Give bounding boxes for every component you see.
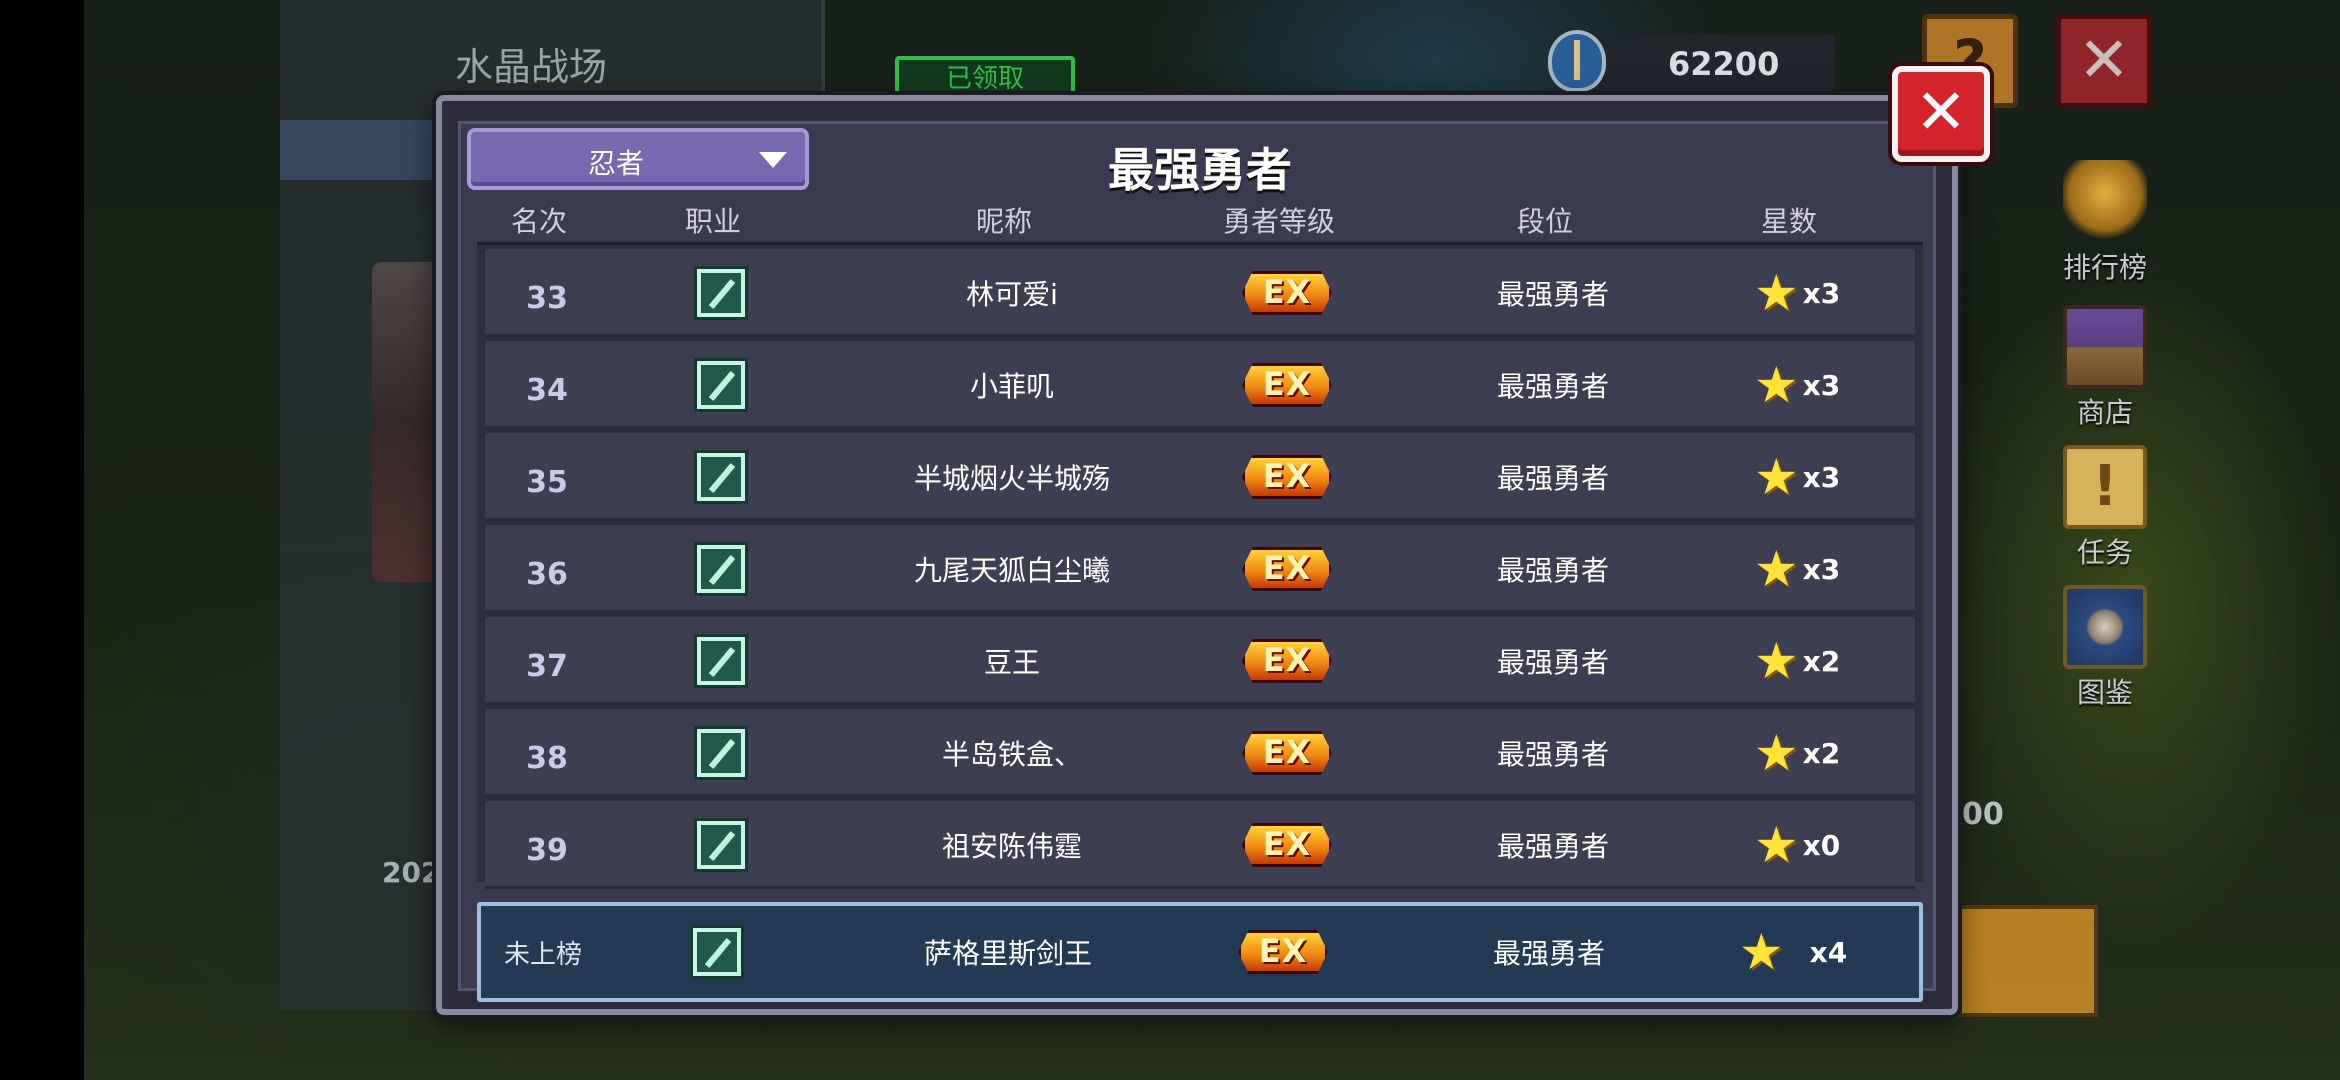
menu-codex-label: 图鉴 xyxy=(2076,676,2133,709)
trophy-icon xyxy=(2063,160,2147,244)
table-row[interactable]: 36 九尾天狐白尘曦 EX 最强勇者 ★ x3 xyxy=(485,525,1915,613)
rank-number: 35 xyxy=(526,464,568,500)
rank-number: 39 xyxy=(526,832,568,868)
table-row[interactable]: 35 半城烟火半城殇 EX 最强勇者 ★ x3 xyxy=(485,433,1915,521)
rank-number: 36 xyxy=(526,556,568,592)
star-count: x0 xyxy=(1802,828,1841,862)
ex-level-badge: EX xyxy=(1240,543,1334,595)
ex-level-badge: EX xyxy=(1240,635,1334,687)
background-close-button[interactable]: ✕ xyxy=(2056,14,2152,108)
rank-number: 33 xyxy=(526,280,568,316)
header-rank: 名次 xyxy=(510,205,568,238)
table-row[interactable]: 39 祖安陈伟霆 EX 最强勇者 ★ x0 xyxy=(485,801,1915,889)
star-icon: ★ xyxy=(1753,264,1799,322)
table-row[interactable]: 33 林可爱i EX 最强勇者 ★ x3 xyxy=(485,249,1915,337)
currency-value: 62200 xyxy=(1668,45,1780,83)
player-nickname: 半城烟火半城殇 xyxy=(913,462,1111,495)
star-count: x3 xyxy=(1802,460,1841,494)
header-tier: 段位 xyxy=(1516,205,1574,238)
player-tier: 最强勇者 xyxy=(1496,738,1610,771)
ex-level-badge: EX xyxy=(1240,727,1334,779)
menu-shop-label: 商店 xyxy=(2076,396,2133,429)
menu-leaderboard[interactable]: 排行榜 xyxy=(2045,160,2165,286)
my-rank: 未上榜 xyxy=(503,939,583,970)
player-tier: 最强勇者 xyxy=(1496,830,1610,863)
ranking-dialog-body: 忍者 最强勇者 名次 职业 昵称 勇者等级 段位 星数 33 林可爱i EX 最强勇者… xyxy=(458,121,1939,1002)
dialog-title: 最强勇者 xyxy=(1108,143,1292,197)
close-dialog-button[interactable]: ✕ xyxy=(1892,66,1990,162)
background-year-text: 202 xyxy=(382,856,441,889)
background-partial-number: 00 xyxy=(1962,797,2004,832)
my-tier: 最强勇者 xyxy=(1492,937,1606,970)
ex-level-badge: EX xyxy=(1240,359,1334,411)
ex-level-badge: EX xyxy=(1240,819,1334,871)
header-nickname: 昵称 xyxy=(975,205,1033,238)
ranking-dialog: 忍者 最强勇者 名次 职业 昵称 勇者等级 段位 星数 33 林可爱i EX 最强勇者… xyxy=(436,95,1958,1015)
my-ranking-row: 未上榜 萨格里斯剑王 EX 最强勇者 ★ x4 xyxy=(477,902,1923,1002)
table-row[interactable]: 34 小菲叽 EX 最强勇者 ★ x3 xyxy=(485,341,1915,429)
my-nickname: 萨格里斯剑王 xyxy=(923,937,1093,970)
table-row[interactable]: 38 半岛铁盒、 EX 最强勇者 ★ x2 xyxy=(485,709,1915,797)
quest-scroll-icon xyxy=(2063,445,2147,529)
table-header: 名次 职业 昵称 勇者等级 段位 星数 xyxy=(461,200,1939,240)
star-icon: ★ xyxy=(1753,816,1799,874)
rank-number: 38 xyxy=(526,740,568,776)
player-tier: 最强勇者 xyxy=(1496,554,1610,587)
header-stars: 星数 xyxy=(1760,205,1818,238)
ex-level-badge: EX xyxy=(1240,451,1334,503)
menu-leaderboard-label: 排行榜 xyxy=(2062,251,2147,284)
sword-job-icon xyxy=(697,729,745,777)
star-count: x3 xyxy=(1802,368,1841,402)
star-count: x2 xyxy=(1802,736,1841,770)
player-nickname: 豆王 xyxy=(983,646,1041,679)
background-character xyxy=(372,262,442,582)
star-count: x3 xyxy=(1802,552,1841,586)
player-nickname: 九尾天狐白尘曦 xyxy=(913,554,1111,587)
star-icon: ★ xyxy=(1753,632,1799,690)
player-nickname: 小菲叽 xyxy=(969,370,1055,403)
player-nickname: 半岛铁盒、 xyxy=(941,738,1083,771)
battlefield-title: 水晶战场 xyxy=(455,45,608,89)
player-tier: 最强勇者 xyxy=(1496,462,1610,495)
sword-job-icon xyxy=(697,821,745,869)
sword-job-icon xyxy=(697,545,745,593)
star-icon: ★ xyxy=(1753,540,1799,598)
star-count: x3 xyxy=(1802,276,1841,310)
player-tier: 最强勇者 xyxy=(1496,278,1610,311)
background-panel-strip xyxy=(280,120,450,180)
table-row[interactable]: 37 豆王 EX 最强勇者 ★ x2 xyxy=(485,617,1915,705)
menu-quest[interactable]: 任务 xyxy=(2045,445,2165,571)
star-icon: ★ xyxy=(1753,448,1799,506)
sword-job-icon xyxy=(697,269,745,317)
star-count: x2 xyxy=(1802,644,1841,678)
player-nickname: 林可爱i xyxy=(966,278,1058,311)
close-icon: ✕ xyxy=(1915,75,1967,148)
shop-icon xyxy=(2063,305,2147,389)
codex-book-icon xyxy=(2063,585,2147,669)
sword-job-icon xyxy=(697,637,745,685)
sword-job-icon xyxy=(697,453,745,501)
my-star-count: x4 xyxy=(1809,935,1848,969)
shield-coin-icon xyxy=(1548,30,1606,92)
menu-codex[interactable]: 图鉴 xyxy=(2045,585,2165,711)
background-action-button xyxy=(1958,905,2098,1017)
ex-level-badge: EX xyxy=(1236,926,1330,978)
ranking-list[interactable]: 33 林可爱i EX 最强勇者 ★ x3 34 小菲叽 EX 最强勇者 ★ x3 35 半城烟火半城殇 EX… xyxy=(477,242,1923,889)
star-icon: ★ xyxy=(1753,724,1799,782)
player-tier: 最强勇者 xyxy=(1496,370,1610,403)
star-icon: ★ xyxy=(1753,356,1799,414)
menu-quest-label: 任务 xyxy=(2076,536,2133,569)
player-tier: 最强勇者 xyxy=(1496,646,1610,679)
header-hero-level: 勇者等级 xyxy=(1222,205,1336,238)
ex-level-badge: EX xyxy=(1240,267,1334,319)
rank-number: 34 xyxy=(526,372,568,408)
menu-shop[interactable]: 商店 xyxy=(2045,305,2165,431)
header-job: 职业 xyxy=(684,205,742,238)
rank-number: 37 xyxy=(526,648,568,684)
star-icon: ★ xyxy=(1738,923,1784,981)
close-icon: ✕ xyxy=(2078,23,2130,96)
player-nickname: 祖安陈伟霆 xyxy=(941,830,1083,863)
sword-job-icon xyxy=(693,928,741,976)
sword-job-icon xyxy=(697,361,745,409)
